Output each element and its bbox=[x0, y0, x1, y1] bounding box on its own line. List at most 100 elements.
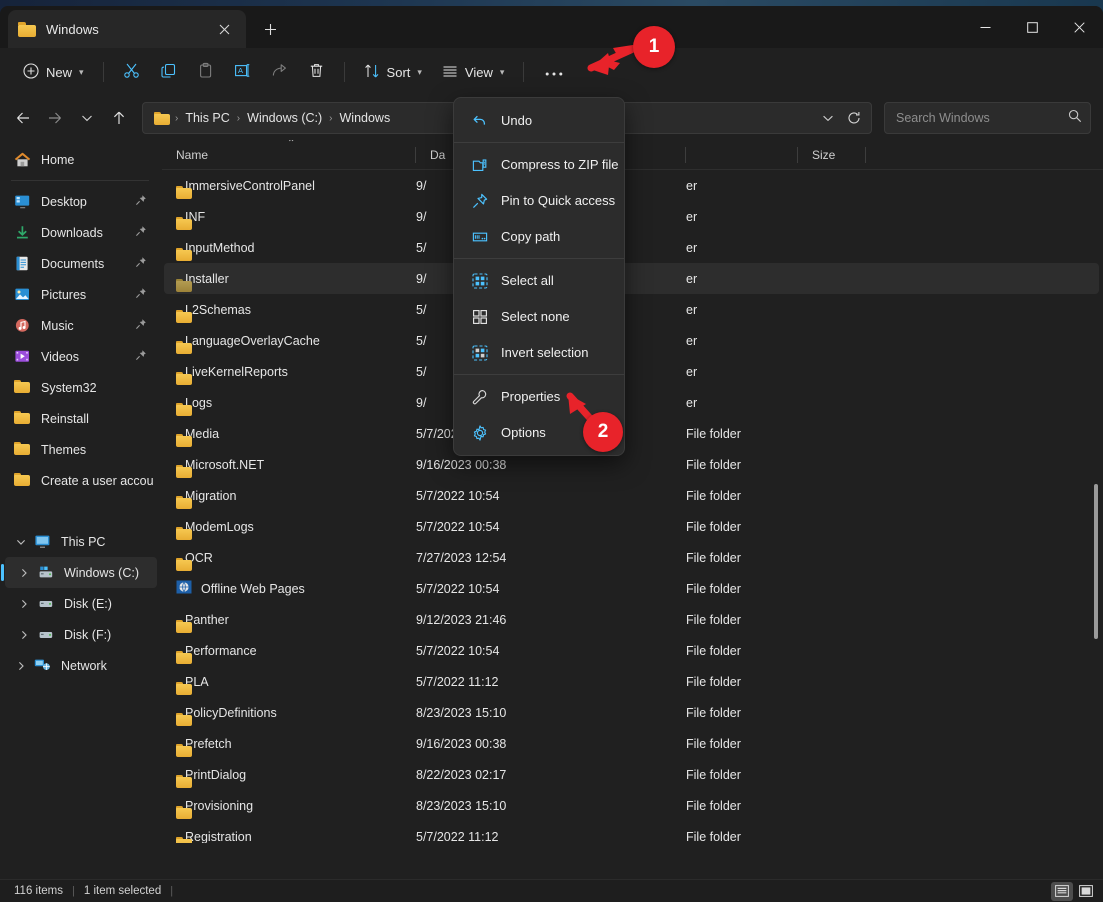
chevron-right-icon[interactable] bbox=[14, 661, 28, 671]
table-row[interactable]: L2Schemas 5/er bbox=[164, 294, 1099, 325]
sidebar-item-reinstall[interactable]: Reinstall bbox=[5, 403, 157, 434]
pin-icon[interactable] bbox=[135, 225, 148, 238]
table-row[interactable]: PLA 5/7/2022 11:12 File folder bbox=[164, 666, 1099, 697]
new-button[interactable]: New ▾ bbox=[14, 56, 93, 88]
sidebar-item-home[interactable]: Home bbox=[5, 144, 157, 175]
sidebar-item-create-a-user-account[interactable]: Create a user accou bbox=[5, 465, 157, 496]
sidebar-item-network[interactable]: Network bbox=[5, 650, 157, 681]
close-button[interactable] bbox=[1056, 6, 1103, 48]
sidebar-item-videos[interactable]: Videos bbox=[5, 341, 157, 372]
tab-close-icon[interactable] bbox=[212, 17, 236, 41]
table-row[interactable]: Prefetch 9/16/2023 00:38 File folder bbox=[164, 728, 1099, 759]
paste-button[interactable] bbox=[188, 56, 223, 88]
table-row[interactable]: PolicyDefinitions 8/23/2023 15:10 File fol… bbox=[164, 697, 1099, 728]
pin-icon[interactable] bbox=[135, 318, 148, 331]
column-header-name[interactable]: Name ⌃ bbox=[162, 140, 416, 170]
drive-windows-icon bbox=[37, 565, 54, 581]
table-row[interactable]: Offline Web Pages 5/7/2022 10:54 File fold… bbox=[164, 573, 1099, 604]
menu-item-select-all[interactable]: Select all bbox=[458, 263, 620, 298]
table-row[interactable]: ImmersiveControlPanel 9/er bbox=[164, 170, 1099, 201]
pin-icon[interactable] bbox=[135, 287, 148, 300]
table-row[interactable]: ModemLogs 5/7/2022 10:54 File folder bbox=[164, 511, 1099, 542]
menu-item-invert-selection[interactable]: Invert selection bbox=[458, 335, 620, 370]
table-row[interactable]: PrintDialog 8/22/2023 02:17 File folder bbox=[164, 759, 1099, 790]
forward-button[interactable] bbox=[40, 103, 70, 133]
table-row[interactable]: InputMethod 5/er bbox=[164, 232, 1099, 263]
delete-button[interactable] bbox=[299, 56, 334, 88]
details-view-icon[interactable] bbox=[1051, 881, 1073, 901]
table-row[interactable]: LiveKernelReports 5/er bbox=[164, 356, 1099, 387]
tab-windows[interactable]: Windows bbox=[8, 10, 246, 48]
menu-item-select-none[interactable]: Select none bbox=[458, 299, 620, 334]
ellipsis-more-button[interactable] bbox=[534, 56, 574, 88]
column-header-size[interactable]: Size bbox=[798, 140, 866, 170]
file-name-label: PrintDialog bbox=[185, 767, 247, 782]
sidebar-item-windows-c[interactable]: Windows (C:) bbox=[1, 557, 157, 588]
breadcrumb-this-pc[interactable]: This PC bbox=[179, 108, 235, 128]
sidebar-item-label: Disk (F:) bbox=[64, 627, 112, 642]
pin-icon[interactable] bbox=[135, 194, 148, 207]
menu-item-undo[interactable]: Undo bbox=[458, 103, 620, 138]
chevron-right-icon[interactable] bbox=[17, 630, 31, 640]
refresh-icon[interactable] bbox=[841, 105, 867, 131]
chevron-right-icon[interactable] bbox=[17, 568, 31, 578]
breadcrumb-windows[interactable]: Windows bbox=[334, 108, 397, 128]
chevron-down-icon[interactable] bbox=[14, 537, 28, 547]
sidebar-item-themes[interactable]: Themes bbox=[5, 434, 157, 465]
share-button[interactable] bbox=[262, 56, 297, 88]
sidebar-item-music[interactable]: Music bbox=[5, 310, 157, 341]
table-row[interactable]: Logs 9/er bbox=[164, 387, 1099, 418]
vertical-scrollbar[interactable] bbox=[1092, 174, 1100, 834]
sidebar-item-system32[interactable]: System32 bbox=[5, 372, 157, 403]
file-list-pane[interactable]: Name ⌃ Da Size ImmersiveControlPanel 9/er… bbox=[162, 140, 1103, 843]
table-row[interactable]: Panther 9/12/2023 21:46 File folder bbox=[164, 604, 1099, 635]
scrollbar-thumb[interactable] bbox=[1094, 484, 1098, 639]
table-row[interactable]: Registration 5/7/2022 11:12 File folder bbox=[164, 821, 1099, 844]
maximize-button[interactable] bbox=[1009, 6, 1056, 48]
menu-item-pin-to-quick-access[interactable]: Pin to Quick access bbox=[458, 183, 620, 218]
up-button[interactable] bbox=[104, 103, 134, 133]
recent-locations-button[interactable] bbox=[72, 103, 102, 133]
navigation-pane[interactable]: Home Desktop Downloads Documents Picture… bbox=[0, 140, 162, 843]
sidebar-divider bbox=[11, 180, 149, 181]
file-date-cell: 5/7/2022 11:12 bbox=[416, 829, 499, 844]
chevron-right-icon[interactable] bbox=[17, 599, 31, 609]
sidebar-item-desktop[interactable]: Desktop bbox=[5, 186, 157, 217]
table-row[interactable]: INF 9/er bbox=[164, 201, 1099, 232]
file-type-cell: File folder bbox=[686, 457, 741, 472]
search-box[interactable] bbox=[884, 102, 1091, 134]
sidebar-item-disk-f[interactable]: Disk (F:) bbox=[5, 619, 157, 650]
minimize-button[interactable] bbox=[962, 6, 1009, 48]
table-row[interactable]: Migration 5/7/2022 10:54 File folder bbox=[164, 480, 1099, 511]
table-row[interactable]: Microsoft.NET 9/16/2023 00:38 File folder bbox=[164, 449, 1099, 480]
sidebar-item-downloads[interactable]: Downloads bbox=[5, 217, 157, 248]
table-row[interactable]: Performance 5/7/2022 10:54 File folder bbox=[164, 635, 1099, 666]
back-button[interactable] bbox=[8, 103, 38, 133]
copy-button[interactable] bbox=[151, 56, 186, 88]
pin-icon[interactable] bbox=[135, 256, 148, 269]
menu-item-compress-to-zip-file[interactable]: Compress to ZIP file bbox=[458, 147, 620, 182]
rename-button[interactable]: A bbox=[225, 56, 260, 88]
sidebar-item-disk-e[interactable]: Disk (E:) bbox=[5, 588, 157, 619]
table-row[interactable]: OCR 7/27/2023 12:54 File folder bbox=[164, 542, 1099, 573]
search-icon[interactable] bbox=[1068, 109, 1082, 128]
chevron-down-icon[interactable] bbox=[815, 105, 841, 131]
breadcrumb-windows-c[interactable]: Windows (C:) bbox=[241, 108, 328, 128]
large-icons-view-icon[interactable] bbox=[1075, 882, 1097, 901]
search-input[interactable] bbox=[896, 111, 1068, 125]
table-row[interactable]: Provisioning 8/23/2023 15:10 File folder bbox=[164, 790, 1099, 821]
table-row[interactable]: LanguageOverlayCache 5/er bbox=[164, 325, 1099, 356]
pin-icon[interactable] bbox=[135, 349, 148, 362]
table-row[interactable]: Media5/7/2022 11:12File folder bbox=[164, 418, 1099, 449]
table-row[interactable]: Installer 9/er bbox=[164, 263, 1099, 294]
new-tab-button[interactable] bbox=[256, 16, 284, 42]
menu-item-copy-path[interactable]: Copy path bbox=[458, 219, 620, 254]
sidebar-item-documents[interactable]: Documents bbox=[5, 248, 157, 279]
column-header-type[interactable] bbox=[686, 140, 798, 170]
sidebar-item-label: Music bbox=[41, 318, 74, 333]
sidebar-item-this-pc[interactable]: This PC bbox=[5, 526, 157, 557]
sidebar-item-pictures[interactable]: Pictures bbox=[5, 279, 157, 310]
cut-button[interactable] bbox=[114, 56, 149, 88]
view-button[interactable]: View ▾ bbox=[433, 56, 513, 88]
sort-button[interactable]: Sort ▾ bbox=[355, 56, 431, 88]
